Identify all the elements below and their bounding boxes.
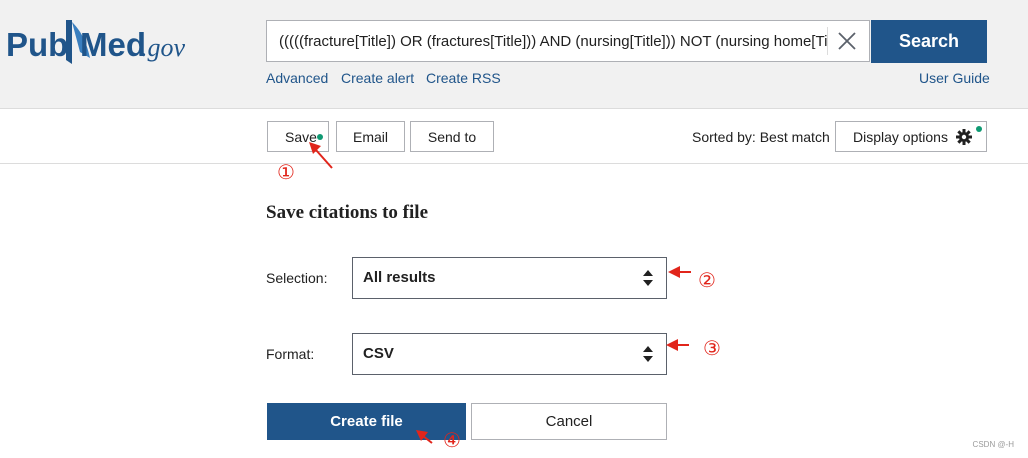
user-guide-link[interactable]: User Guide (919, 70, 990, 86)
email-button[interactable]: Email (336, 121, 405, 152)
format-label: Format: (266, 346, 315, 362)
save-label: Save (285, 128, 317, 145)
create-rss-link[interactable]: Create RSS (426, 70, 501, 86)
create-file-button[interactable]: Create file (267, 403, 466, 440)
svg-text:.gov: .gov (141, 33, 186, 62)
toolbar-divider (0, 163, 1028, 164)
save-notification-dot (317, 134, 323, 140)
format-select[interactable]: CSV (352, 333, 667, 375)
annotation-step-1: ① (277, 160, 295, 184)
cancel-button[interactable]: Cancel (471, 403, 667, 440)
send-to-button[interactable]: Send to (410, 121, 494, 152)
search-query-text[interactable]: (((((fracture[Title]) OR (fractures[Titl… (279, 21, 827, 61)
search-divider (827, 27, 828, 55)
advanced-link[interactable]: Advanced (266, 70, 328, 86)
select-arrows-icon (643, 346, 653, 362)
selection-label: Selection: (266, 270, 328, 286)
save-dialog-title: Save citations to file (266, 202, 429, 223)
format-value: CSV (363, 345, 394, 362)
display-options-notification-dot (976, 126, 982, 132)
logo-med: Med (80, 26, 146, 63)
pubmed-logo[interactable]: Pub Med .gov (6, 12, 196, 72)
annotation-step-3: ③ (703, 336, 721, 360)
svg-text:Pub: Pub (6, 26, 68, 63)
gear-icon (956, 129, 972, 145)
pubmed-header: Pub Med .gov (((((fracture[Title]) OR (f… (0, 0, 1028, 109)
search-input[interactable]: (((((fracture[Title]) OR (fractures[Titl… (266, 20, 870, 62)
display-options-label: Display options (853, 128, 948, 145)
select-arrows-icon (643, 270, 653, 286)
selection-value: All results (363, 269, 436, 286)
annotation-step-2: ② (698, 268, 716, 292)
logo-pub: Pub (6, 26, 68, 63)
selection-select[interactable]: All results (352, 257, 667, 299)
watermark: CSDN @-H (972, 440, 1014, 449)
clear-icon[interactable] (835, 29, 859, 53)
logo-gov: .gov (141, 33, 186, 62)
sort-status[interactable]: Sorted by: Best match (692, 129, 830, 145)
create-alert-link[interactable]: Create alert (341, 70, 414, 86)
annotation-step-4: ④ (443, 428, 461, 452)
search-button[interactable]: Search (871, 20, 987, 63)
svg-text:Med: Med (80, 26, 146, 63)
